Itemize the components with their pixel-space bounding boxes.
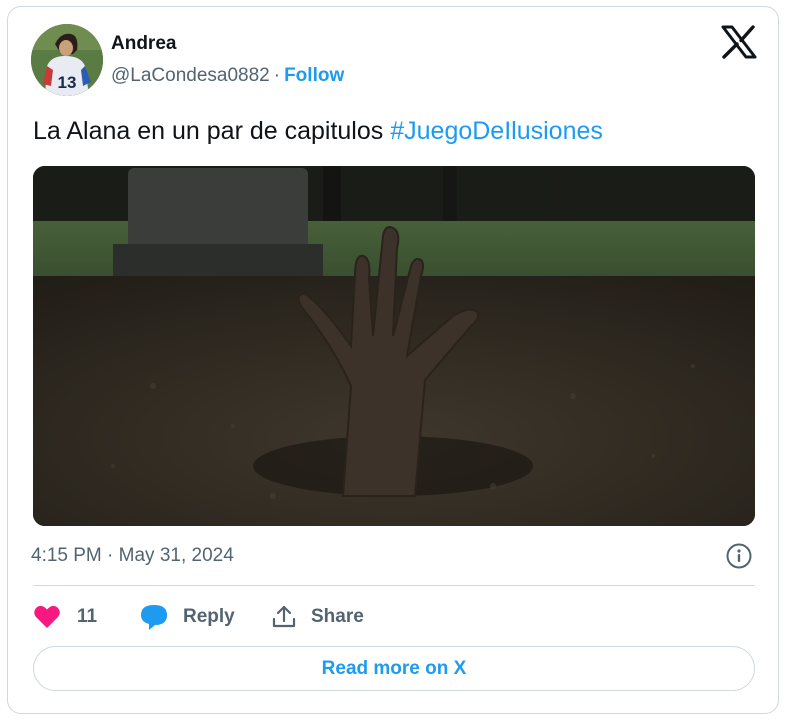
like-button[interactable]: 11: [33, 602, 97, 632]
read-more-button[interactable]: Read more on X: [33, 646, 755, 691]
author-handle-row: @LaCondesa0882 · Follow: [111, 65, 344, 87]
tweet-body: La Alana en un par de capitulos: [33, 117, 384, 145]
timestamp[interactable]: 4:15 PM · May 31, 2024: [31, 545, 234, 567]
share-label: Share: [311, 606, 364, 627]
like-count: 11: [77, 606, 98, 627]
hashtag-link[interactable]: #JuegoDeIlusiones: [390, 117, 603, 145]
tweet-media[interactable]: [33, 166, 755, 526]
tweet-text: La Alana en un par de capitulos #JuegoDe…: [33, 117, 603, 146]
divider: [33, 585, 755, 586]
share-upload-icon: [272, 605, 296, 628]
reply-button[interactable]: Reply: [139, 602, 235, 632]
media-image: [33, 166, 755, 526]
speech-bubble-icon: [141, 605, 167, 630]
x-logo-icon[interactable]: [721, 25, 757, 59]
read-more-label: Read more on X: [321, 657, 467, 679]
tweet-card: 13 Andrea @LaCondesa0882 · Follow La Alana…: [7, 6, 779, 714]
separator-dot: ·: [273, 65, 281, 86]
info-icon[interactable]: [725, 542, 753, 570]
author-name[interactable]: Andrea: [111, 33, 176, 55]
avatar[interactable]: 13: [31, 24, 103, 96]
avatar-jersey-number: 13: [58, 73, 77, 92]
reply-label: Reply: [183, 606, 235, 627]
share-button[interactable]: Share: [271, 602, 364, 632]
follow-link[interactable]: Follow: [284, 65, 344, 86]
author-handle[interactable]: @LaCondesa0882: [111, 65, 270, 86]
heart-icon: [34, 605, 60, 628]
avatar-image: 13: [31, 24, 103, 96]
action-bar: 11 Reply Share: [33, 602, 755, 632]
